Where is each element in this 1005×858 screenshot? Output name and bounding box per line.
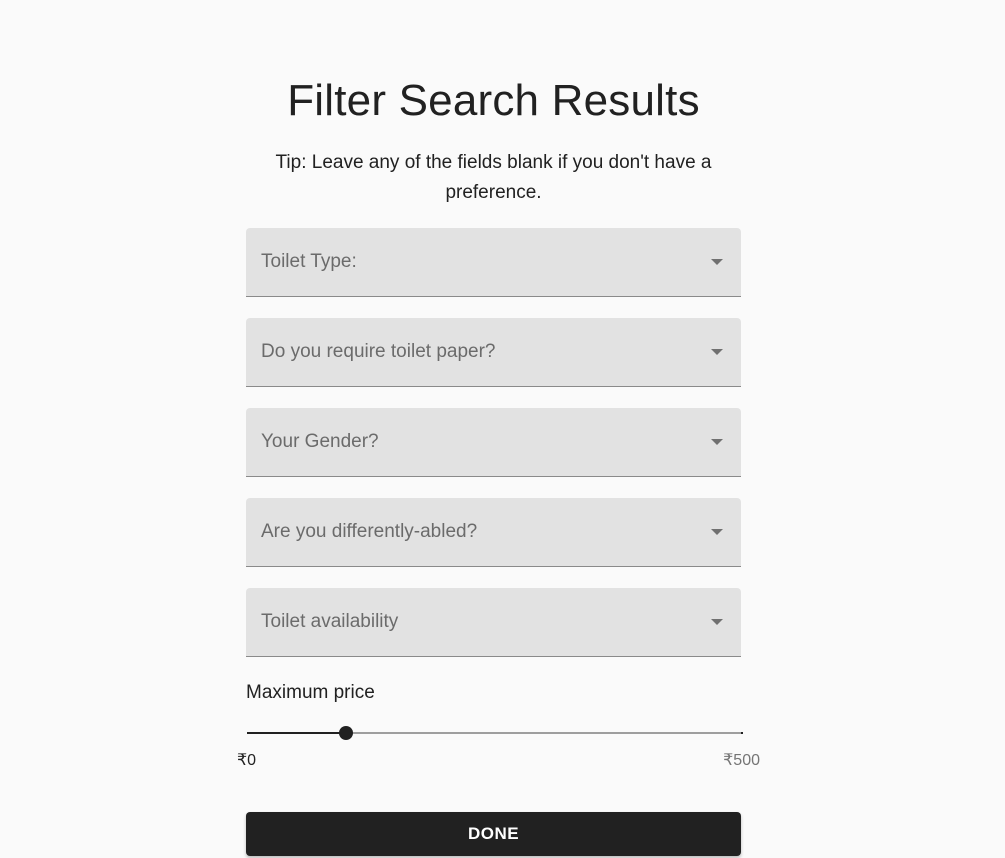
caret-down-icon [711,259,723,265]
caret-down-icon [711,439,723,445]
differently-abled-select[interactable]: Are you differently-abled? [246,498,741,567]
gender-label: Your Gender? [261,431,379,452]
caret-down-icon [711,619,723,625]
slider-end-mark [741,732,743,734]
max-price-label: Maximum price [246,682,375,703]
differently-abled-label: Are you differently-abled? [261,521,478,542]
toilet-type-label: Toilet Type: [261,251,357,272]
max-price-slider[interactable] [247,722,743,744]
done-button[interactable]: DONE [246,812,741,856]
toilet-type-select[interactable]: Toilet Type: [246,228,741,297]
caret-down-icon [711,529,723,535]
slider-max-label: ₹500 [723,752,760,769]
toilet-availability-label: Toilet availability [261,611,399,632]
page-title: Filter Search Results [287,76,700,125]
gender-select[interactable]: Your Gender? [246,408,741,477]
slider-track [247,732,347,734]
filter-page: Filter Search Results Tip: Leave any of … [0,0,1005,858]
tip-text: Tip: Leave any of the fields blank if yo… [275,152,712,203]
slider-min-label: ₹0 [237,752,257,769]
toilet-availability-select[interactable]: Toilet availability [246,588,741,657]
caret-down-icon [711,349,723,355]
slider-thumb[interactable] [339,726,354,740]
toilet-paper-select[interactable]: Do you require toilet paper? [246,318,741,387]
toilet-paper-label: Do you require toilet paper? [261,341,496,362]
